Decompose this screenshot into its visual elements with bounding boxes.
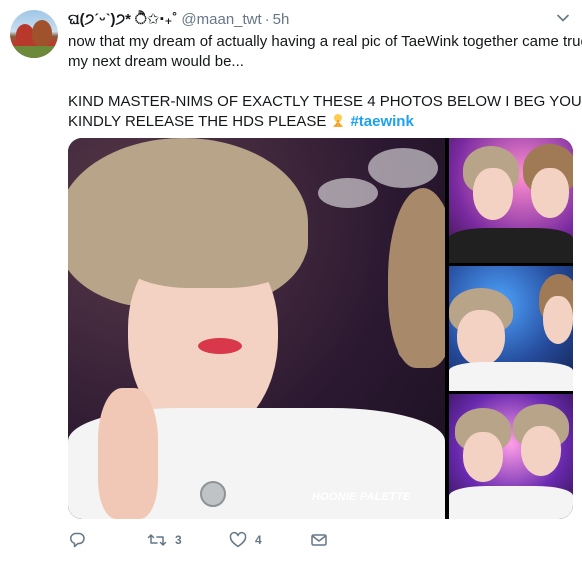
avatar-tree-shape (32, 20, 52, 46)
photo-hair-shape (388, 188, 445, 368)
tweet-header: ଘ(੭ˊᵕˋ)੭* ੈ✩‧₊˚ @maan_twt · 5h (68, 10, 289, 30)
photo-jacket-shape (449, 486, 573, 519)
retweet-button[interactable]: 3 (147, 531, 182, 549)
photo-lips-shape (198, 338, 242, 354)
hashtag-link[interactable]: #taewink (350, 113, 413, 130)
direct-message-button[interactable] (310, 531, 328, 549)
retweet-icon (147, 531, 167, 549)
photo-hair-shape (108, 178, 308, 288)
like-count: 4 (255, 533, 262, 547)
photo-jacket-shape (449, 362, 573, 391)
avatar[interactable] (10, 10, 58, 58)
praying-emoji-icon (330, 112, 346, 128)
user-handle[interactable]: @maan_twt (181, 11, 261, 28)
photo-jacket-shape (449, 228, 573, 263)
photo-face-shape (531, 168, 569, 218)
photo-medal-shape (200, 481, 226, 507)
photo-face-shape (457, 310, 505, 366)
tweet-text-line: now that my dream of actually having a r… (68, 33, 582, 50)
tweet-text-line: my next dream would be... (68, 53, 244, 70)
photo-face-shape (543, 296, 573, 344)
separator-dot: · (264, 11, 270, 28)
heart-icon (229, 531, 247, 549)
photo-thumbnail-2[interactable] (449, 266, 573, 391)
tweet[interactable]: ଘ(੭ˊᵕˋ)੭* ੈ✩‧₊˚ @maan_twt · 5h now that … (0, 0, 582, 563)
display-name[interactable]: ଘ(੭ˊᵕˋ)੭* ੈ✩‧₊˚ (68, 10, 177, 28)
retweet-count: 3 (175, 533, 182, 547)
photo-face-shape (463, 432, 503, 482)
like-button[interactable]: 4 (229, 531, 262, 549)
photo-face-shape (473, 168, 513, 220)
tweet-text: now that my dream of actually having a r… (68, 32, 582, 132)
photo-thumbnail-3[interactable] (449, 394, 573, 519)
photo-watermark: HOONIE PALETTE (312, 491, 411, 503)
photo-face-shape (521, 426, 561, 476)
tweet-text-line: KINDLY RELEASE THE HDS PLEASE (68, 113, 327, 130)
media-grid: HOONIE PALETTE (68, 138, 573, 519)
reply-icon (68, 531, 86, 549)
tweet-text-gap (68, 72, 568, 92)
bokeh-shape (368, 148, 438, 188)
tweet-text-line: KIND MASTER-NIMS OF EXACTLY THESE 4 PHOT… (68, 93, 582, 110)
envelope-icon (310, 531, 328, 549)
photo-thumbnail-1[interactable] (449, 138, 573, 263)
bokeh-shape (318, 178, 378, 208)
photo-hand-shape (98, 388, 158, 519)
tweet-text-line-last: KINDLY RELEASE THE HDS PLEASE #taewink (68, 112, 568, 132)
reply-button[interactable] (68, 531, 94, 549)
avatar-ground-shape (10, 46, 58, 58)
photo-main[interactable]: HOONIE PALETTE (68, 138, 445, 519)
timestamp[interactable]: 5h (273, 11, 290, 28)
chevron-down-icon[interactable] (557, 12, 569, 24)
